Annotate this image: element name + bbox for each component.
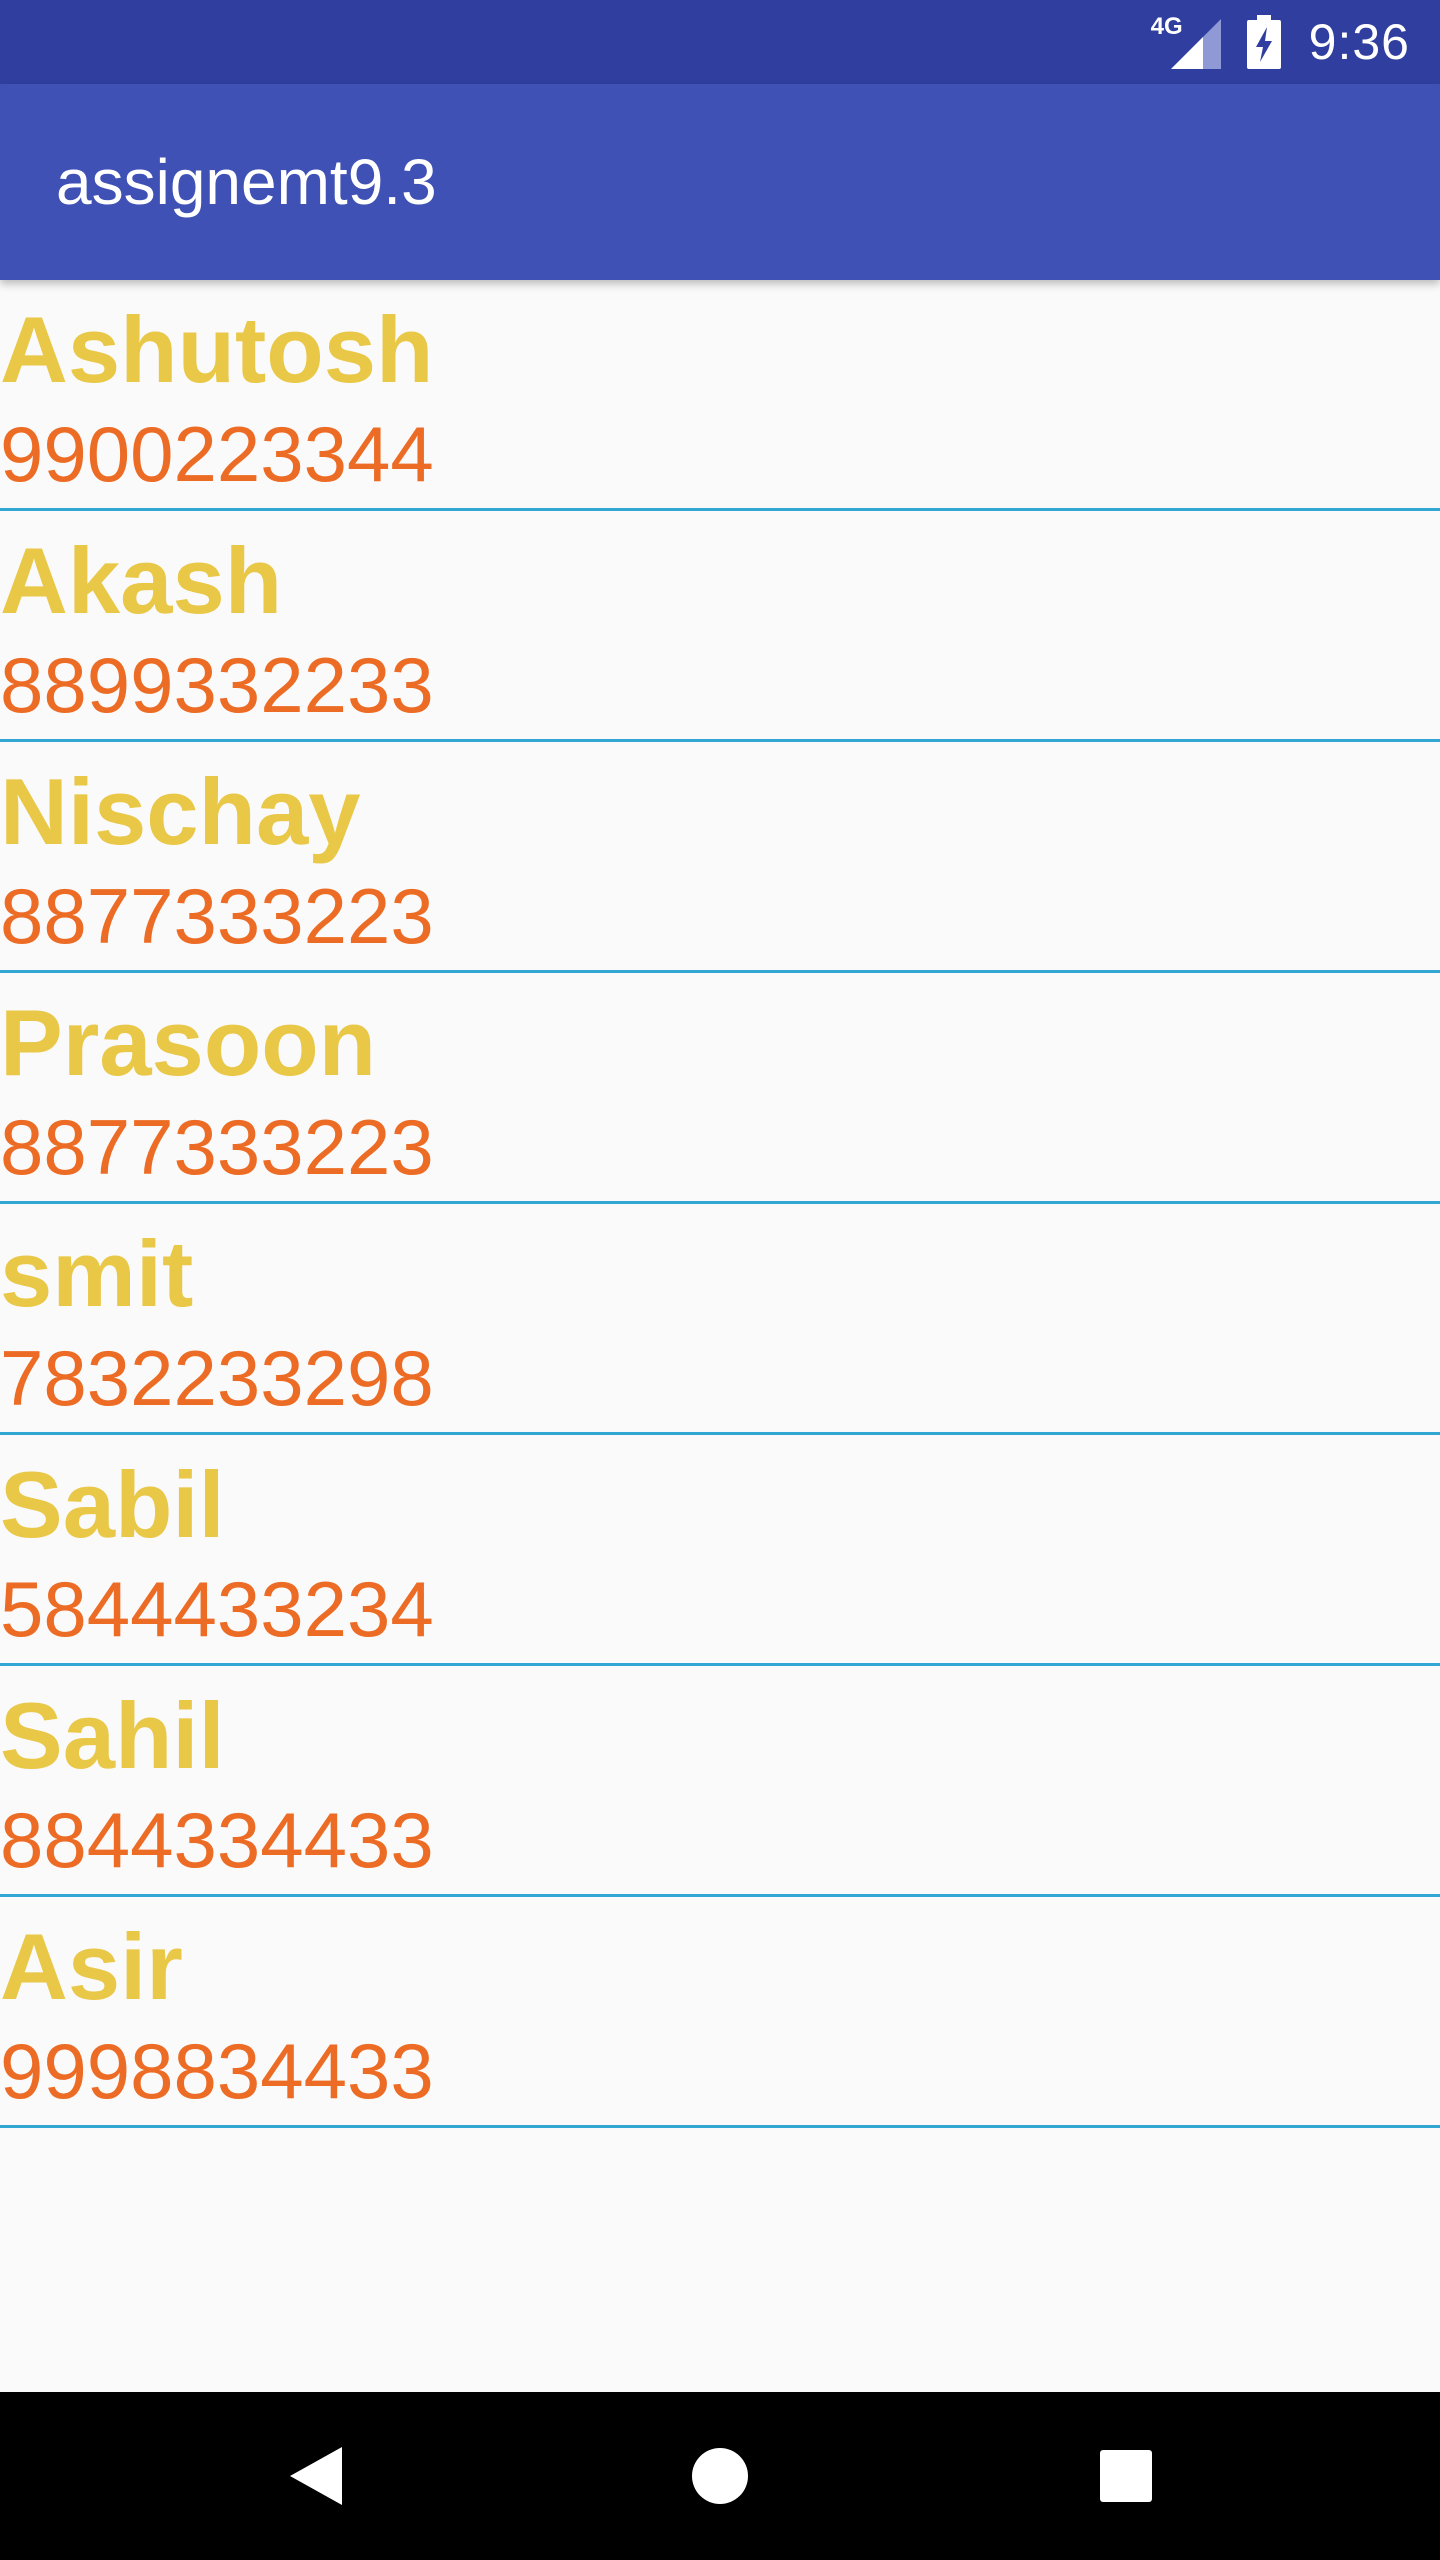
contact-phone: 8844334433 xyxy=(0,1796,434,1884)
contact-phone: 7832233298 xyxy=(0,1334,434,1422)
battery-charging-icon xyxy=(1246,15,1281,69)
contact-name: Asir xyxy=(0,1914,183,2019)
recents-button[interactable] xyxy=(1056,2392,1196,2560)
screen: 4G 9:36 assignemt9.3 Ashutosh 9900223344… xyxy=(0,0,1440,2560)
contact-name: Sabil xyxy=(0,1452,225,1557)
status-time: 9:36 xyxy=(1308,14,1410,70)
contact-name: Prasoon xyxy=(0,990,377,1095)
contact-phone: 9998834433 xyxy=(0,2027,434,2115)
contact-name: Sahil xyxy=(0,1683,225,1788)
list-item[interactable]: Sahil 8844334433 xyxy=(0,1666,1440,1897)
list-item[interactable]: Prasoon 8877333223 xyxy=(0,973,1440,1204)
contact-phone: 8877333223 xyxy=(0,872,434,960)
list-item[interactable]: Akash 8899332233 xyxy=(0,511,1440,742)
contact-name: smit xyxy=(0,1221,194,1326)
status-bar: 4G 9:36 xyxy=(0,0,1440,84)
contact-phone: 9900223344 xyxy=(0,410,434,498)
back-button[interactable] xyxy=(246,2392,386,2560)
contact-name: Akash xyxy=(0,528,283,633)
contact-phone: 5844433234 xyxy=(0,1565,434,1653)
list-item[interactable]: Nischay 8877333223 xyxy=(0,742,1440,973)
list-item[interactable]: smit 7832233298 xyxy=(0,1204,1440,1435)
list-item[interactable]: Asir 9998834433 xyxy=(0,1897,1440,2128)
navigation-bar xyxy=(0,2392,1440,2560)
signal-indicator: 4G xyxy=(1151,15,1221,69)
home-icon xyxy=(692,2448,748,2504)
app-bar: assignemt9.3 xyxy=(0,84,1440,280)
home-button[interactable] xyxy=(650,2392,790,2560)
app-title: assignemt9.3 xyxy=(56,146,437,218)
contact-phone: 8899332233 xyxy=(0,641,434,729)
recents-icon xyxy=(1100,2450,1152,2502)
back-icon xyxy=(290,2447,342,2505)
contact-list: Ashutosh 9900223344 Akash 8899332233 Nis… xyxy=(0,280,1440,2128)
contact-name: Ashutosh xyxy=(0,297,434,402)
signal-icon xyxy=(1170,19,1221,69)
contact-name: Nischay xyxy=(0,759,361,864)
list-item[interactable]: Sabil 5844433234 xyxy=(0,1435,1440,1666)
contact-phone: 8877333223 xyxy=(0,1103,434,1191)
list-item[interactable]: Ashutosh 9900223344 xyxy=(0,280,1440,511)
